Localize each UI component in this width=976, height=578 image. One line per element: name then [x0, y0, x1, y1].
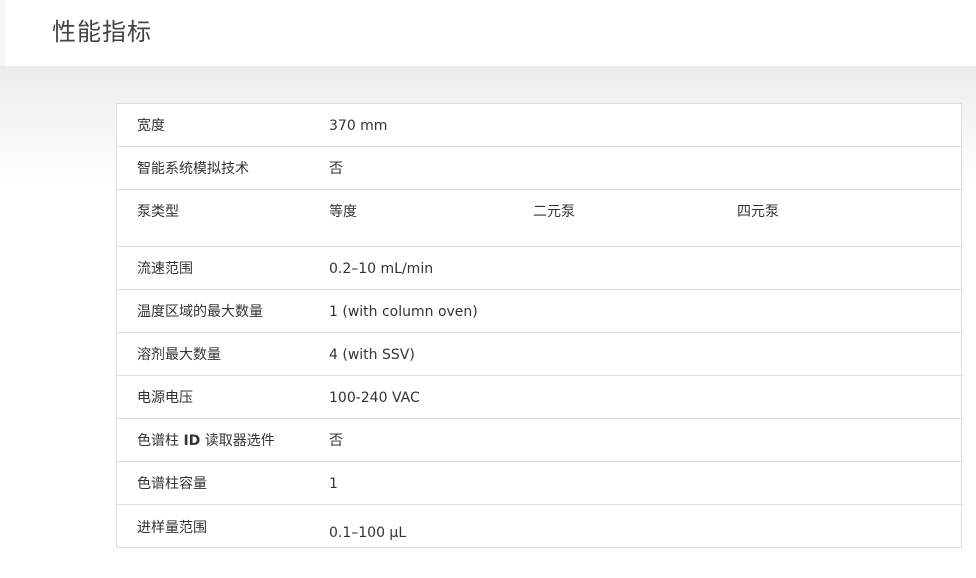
spec-value: 370 mm	[329, 118, 388, 134]
spec-label: 进样量范围	[137, 520, 207, 536]
spec-label: 电源电压	[137, 390, 193, 406]
spec-row-column-capacity: 色谱柱容量 1	[117, 462, 961, 505]
spec-value: 否	[329, 433, 343, 449]
spec-row-intelligent-system-emulation: 智能系统模拟技术 否	[117, 147, 961, 190]
spec-row-flow-rate-range: 流速范围 0.2–10 mL/min	[117, 247, 961, 290]
page-title: 性能指标	[52, 18, 152, 46]
spec-label: 溶剂最大数量	[137, 347, 221, 363]
page-header: 性能指标	[6, 0, 976, 66]
spec-label-part: 读取器选件	[200, 433, 275, 449]
spec-value: 4 (with SSV)	[329, 347, 415, 363]
spec-value-binary-pump: 二元泵	[533, 204, 575, 220]
spec-row-max-temperature-zones: 温度区域的最大数量 1 (with column oven)	[117, 290, 961, 333]
spec-row-width: 宽度 370 mm	[117, 104, 961, 147]
spec-label: 色谱柱 ID 读取器选件	[137, 432, 275, 450]
spec-row-power-voltage: 电源电压 100-240 VAC	[117, 376, 961, 419]
spec-value: 100-240 VAC	[329, 390, 420, 406]
spec-label: 泵类型	[137, 204, 179, 220]
spec-value-isocratic: 等度	[329, 204, 357, 220]
spec-value: 0.1–100 µL	[329, 525, 407, 541]
spec-table: 宽度 370 mm 智能系统模拟技术 否 泵类型 等度 二元泵 四元泵 流速范围…	[116, 103, 962, 548]
spec-value-quaternary-pump: 四元泵	[737, 204, 779, 220]
spec-value: 否	[329, 161, 343, 177]
spec-label: 温度区域的最大数量	[137, 304, 263, 320]
spec-row-column-id-reader: 色谱柱 ID 读取器选件 否	[117, 419, 961, 462]
spec-label-part-id: ID	[183, 433, 201, 449]
spec-label: 宽度	[137, 118, 165, 134]
spec-row-max-solvents: 溶剂最大数量 4 (with SSV)	[117, 333, 961, 376]
spec-value: 1 (with column oven)	[329, 304, 478, 320]
spec-value: 1	[329, 476, 338, 492]
spec-label: 色谱柱容量	[137, 476, 207, 492]
spec-row-pump-type: 泵类型 等度 二元泵 四元泵	[117, 190, 961, 247]
spec-label-part: 色谱柱	[137, 433, 184, 449]
spec-row-injection-volume-range: 进样量范围 0.1–100 µL	[117, 505, 961, 547]
spec-label: 流速范围	[137, 261, 193, 277]
spec-label: 智能系统模拟技术	[137, 161, 249, 177]
spec-value: 0.2–10 mL/min	[329, 261, 434, 277]
